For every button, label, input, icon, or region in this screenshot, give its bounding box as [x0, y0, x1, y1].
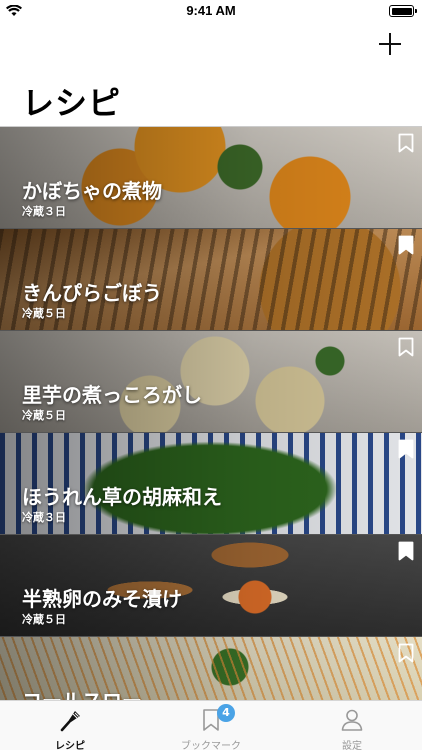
recipe-title: コールスロー: [22, 685, 142, 700]
recipe-storage: 冷蔵３日: [22, 205, 66, 218]
add-recipe-button[interactable]: [378, 32, 402, 56]
status-bar: 9:41 AM: [0, 0, 422, 22]
recipe-title: 半熟卵のみそ漬け: [22, 587, 182, 611]
tab-settings[interactable]: 設定: [282, 701, 422, 750]
recipe-title: かぼちゃの煮物: [22, 179, 162, 203]
recipe-row[interactable]: かぼちゃの煮物 冷蔵３日: [0, 127, 422, 229]
recipe-row[interactable]: コールスロー: [0, 637, 422, 700]
bookmark-filled-icon[interactable]: [398, 541, 414, 561]
recipe-title: 里芋の煮っころがし: [22, 383, 202, 407]
tab-settings-label: 設定: [342, 741, 362, 750]
spatula-icon: [60, 711, 80, 732]
bookmark-count-badge: 4: [217, 704, 235, 722]
tab-recipes-label: レシピ: [55, 741, 85, 750]
recipe-row[interactable]: 半熟卵のみそ漬け 冷蔵５日: [0, 535, 422, 637]
tab-recipes[interactable]: レシピ: [0, 701, 140, 750]
recipe-row[interactable]: 里芋の煮っころがし 冷蔵５日: [0, 331, 422, 433]
recipe-row[interactable]: ほうれん草の胡麻和え 冷蔵３日: [0, 433, 422, 535]
tab-bar: レシピ 4 ブックマーク 設定: [0, 700, 422, 750]
recipe-row[interactable]: きんぴらごぼう 冷蔵５日: [0, 229, 422, 331]
recipe-storage: 冷蔵３日: [22, 511, 66, 524]
bookmark-icon[interactable]: [398, 337, 414, 357]
tab-bookmarks-label: ブックマーク: [181, 741, 241, 750]
recipe-storage: 冷蔵５日: [22, 613, 66, 626]
battery-icon: [389, 5, 417, 17]
bookmark-icon[interactable]: [398, 643, 414, 663]
recipe-title: ほうれん草の胡麻和え: [22, 485, 222, 509]
recipe-storage: 冷蔵５日: [22, 307, 66, 320]
bookmark-filled-icon[interactable]: [398, 439, 414, 459]
page-title: レシピ: [22, 84, 122, 122]
recipe-storage: 冷蔵５日: [22, 409, 66, 422]
bookmark-icon[interactable]: [398, 133, 414, 153]
recipe-title: きんぴらごぼう: [22, 281, 162, 305]
bookmark-filled-icon[interactable]: [398, 235, 414, 255]
person-icon: [341, 709, 363, 731]
recipe-list[interactable]: かぼちゃの煮物 冷蔵３日 きんぴらごぼう 冷蔵５日 里芋の煮っころがし 冷蔵５日…: [0, 126, 422, 700]
status-time: 9:41 AM: [186, 3, 236, 18]
tab-bookmarks[interactable]: 4 ブックマーク: [141, 701, 281, 750]
